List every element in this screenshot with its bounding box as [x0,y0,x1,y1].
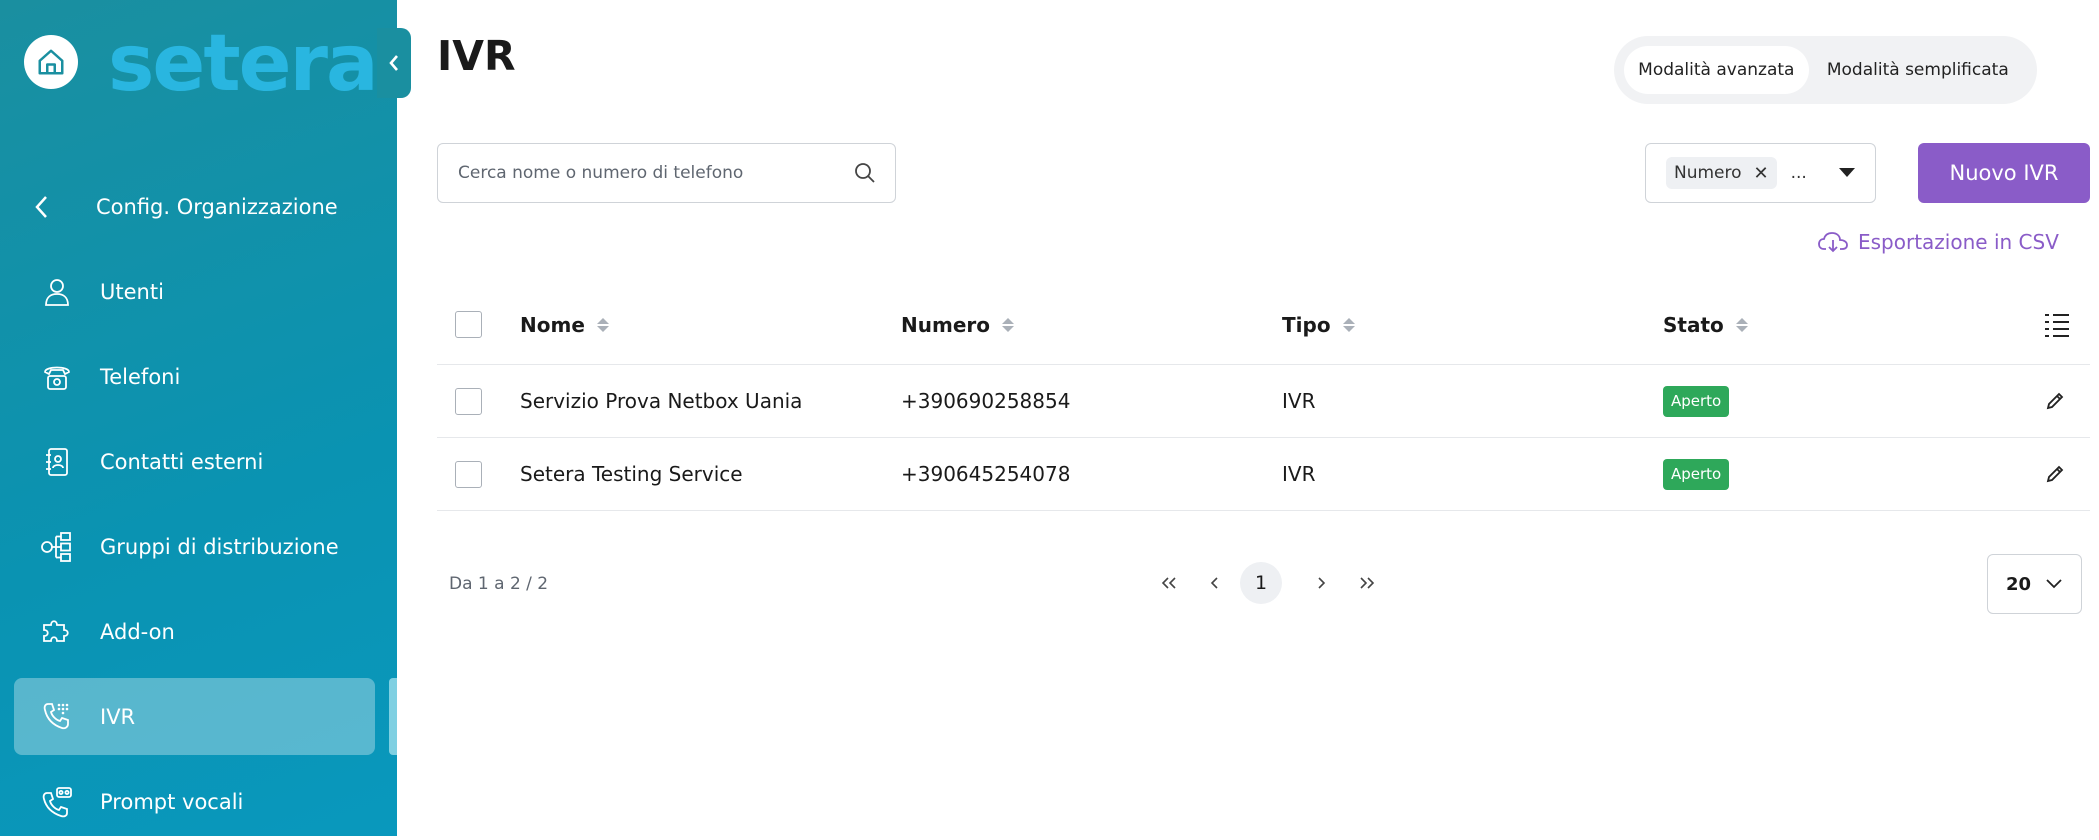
cell-tipo: IVR [1282,389,1316,413]
cell-tipo: IVR [1282,462,1316,486]
mode-advanced-button[interactable]: Modalità avanzata [1624,46,1809,94]
new-ivr-button[interactable]: Nuovo IVR [1918,143,2090,203]
sidebar-item-prompt-vocali[interactable]: Prompt vocali [14,763,375,840]
search-icon [855,163,875,183]
row-checkbox[interactable] [455,460,482,488]
column-settings-icon[interactable] [2043,311,2071,339]
home-button[interactable] [24,35,78,89]
column-filter-select[interactable]: Numero ✕ ... [1645,143,1876,203]
sidebar-item-ivr[interactable]: IVR [14,678,375,755]
column-header-label: Numero [901,312,990,337]
table-row[interactable]: Setera Testing Service +390645254078 IVR… [437,438,2090,511]
pencil-icon[interactable] [2045,391,2065,411]
column-header-numero[interactable]: Numero [901,313,1014,337]
desk-phone-icon [32,361,82,393]
back-label: Config. Organizzazione [96,195,338,219]
filter-chip-label: Numero [1674,163,1742,183]
chevron-down-icon [2046,579,2062,589]
caret-down-icon[interactable] [1839,168,1855,177]
close-icon[interactable]: ✕ [1754,163,1769,184]
page-number-current[interactable]: 1 [1240,562,1282,604]
sort-icon [596,317,609,332]
home-icon [38,49,64,75]
active-indicator [389,678,397,755]
puzzle-icon [32,615,82,649]
chevron-left-icon [32,194,68,220]
cell-nome: Setera Testing Service [520,462,743,486]
column-header-stato[interactable]: Stato [1663,313,1748,337]
next-page-icon[interactable] [1300,562,1342,604]
export-label: Esportazione in CSV [1858,230,2059,254]
mode-simple-button[interactable]: Modalità semplificata [1809,46,2027,94]
ivr-table: Nome Numero Tipo Stato Servizio Prova Ne… [437,285,2090,511]
phone-keypad-icon [32,700,82,734]
sidebar-item-label: Contatti esterni [100,449,264,474]
sidebar-item-telefoni[interactable]: Telefoni [14,338,375,415]
prev-page-icon[interactable] [1194,562,1236,604]
contact-book-icon [32,446,82,478]
sidebar-item-label: Prompt vocali [100,789,244,814]
per-page-value: 20 [2006,573,2032,595]
cell-nome: Servizio Prova Netbox Uania [520,389,803,413]
row-checkbox[interactable] [455,387,482,415]
pagination: 1 [1148,562,1388,604]
chevron-left-icon [389,55,398,71]
sort-icon [1001,317,1014,332]
sidebar-item-contatti-esterni[interactable]: Contatti esterni [14,423,375,500]
cell-numero: +390645254078 [901,462,1071,486]
table-header: Nome Numero Tipo Stato [437,285,2090,365]
status-badge: Aperto [1663,458,1730,490]
sidebar-item-label: IVR [100,704,136,729]
pencil-icon[interactable] [2045,464,2065,484]
column-header-label: Stato [1663,312,1724,337]
cell-numero: +390690258854 [901,389,1071,413]
voicemail-phone-icon [32,785,82,819]
user-icon [32,276,82,308]
first-page-icon[interactable] [1148,562,1190,604]
search-placeholder: Cerca nome o numero di telefono [458,163,744,183]
collapse-sidebar-button[interactable] [377,28,411,98]
table-row[interactable]: Servizio Prova Netbox Uania +39069025885… [437,365,2090,438]
sort-icon [1735,317,1748,332]
per-page-select[interactable]: 20 [1987,554,2082,614]
hierarchy-icon [32,530,82,564]
column-header-nome[interactable]: Nome [520,313,609,337]
sort-icon [1342,317,1355,332]
sidebar: setera Config. Organizzazione Utenti Tel… [0,0,397,836]
back-to-org-config[interactable]: Config. Organizzazione [32,184,338,230]
page-title: IVR [437,32,516,80]
sidebar-item-add-on[interactable]: Add-on [14,593,375,670]
column-header-label: Nome [520,312,585,337]
mode-toggle: Modalità avanzata Modalità semplificata [1614,36,2037,104]
status-badge: Aperto [1663,385,1730,417]
column-header-tipo[interactable]: Tipo [1282,313,1355,337]
filter-chip: Numero ✕ [1666,157,1777,189]
cloud-download-icon [1818,232,1848,253]
sidebar-item-gruppi[interactable]: Gruppi di distribuzione [14,508,375,585]
export-csv-link[interactable]: Esportazione in CSV [1818,230,2059,254]
sidebar-item-label: Add-on [100,619,175,644]
column-header-label: Tipo [1282,312,1331,337]
pagination-range: Da 1 a 2 / 2 [449,574,549,594]
sidebar-item-label: Telefoni [100,364,181,389]
search-input[interactable]: Cerca nome o numero di telefono [437,143,896,203]
sidebar-item-label: Utenti [100,279,164,304]
last-page-icon[interactable] [1346,562,1388,604]
brand-logo: setera [108,19,379,109]
filter-more: ... [1790,163,1807,183]
select-all-checkbox[interactable] [455,311,482,338]
sidebar-item-label: Gruppi di distribuzione [100,534,339,559]
sidebar-item-utenti[interactable]: Utenti [14,253,375,330]
